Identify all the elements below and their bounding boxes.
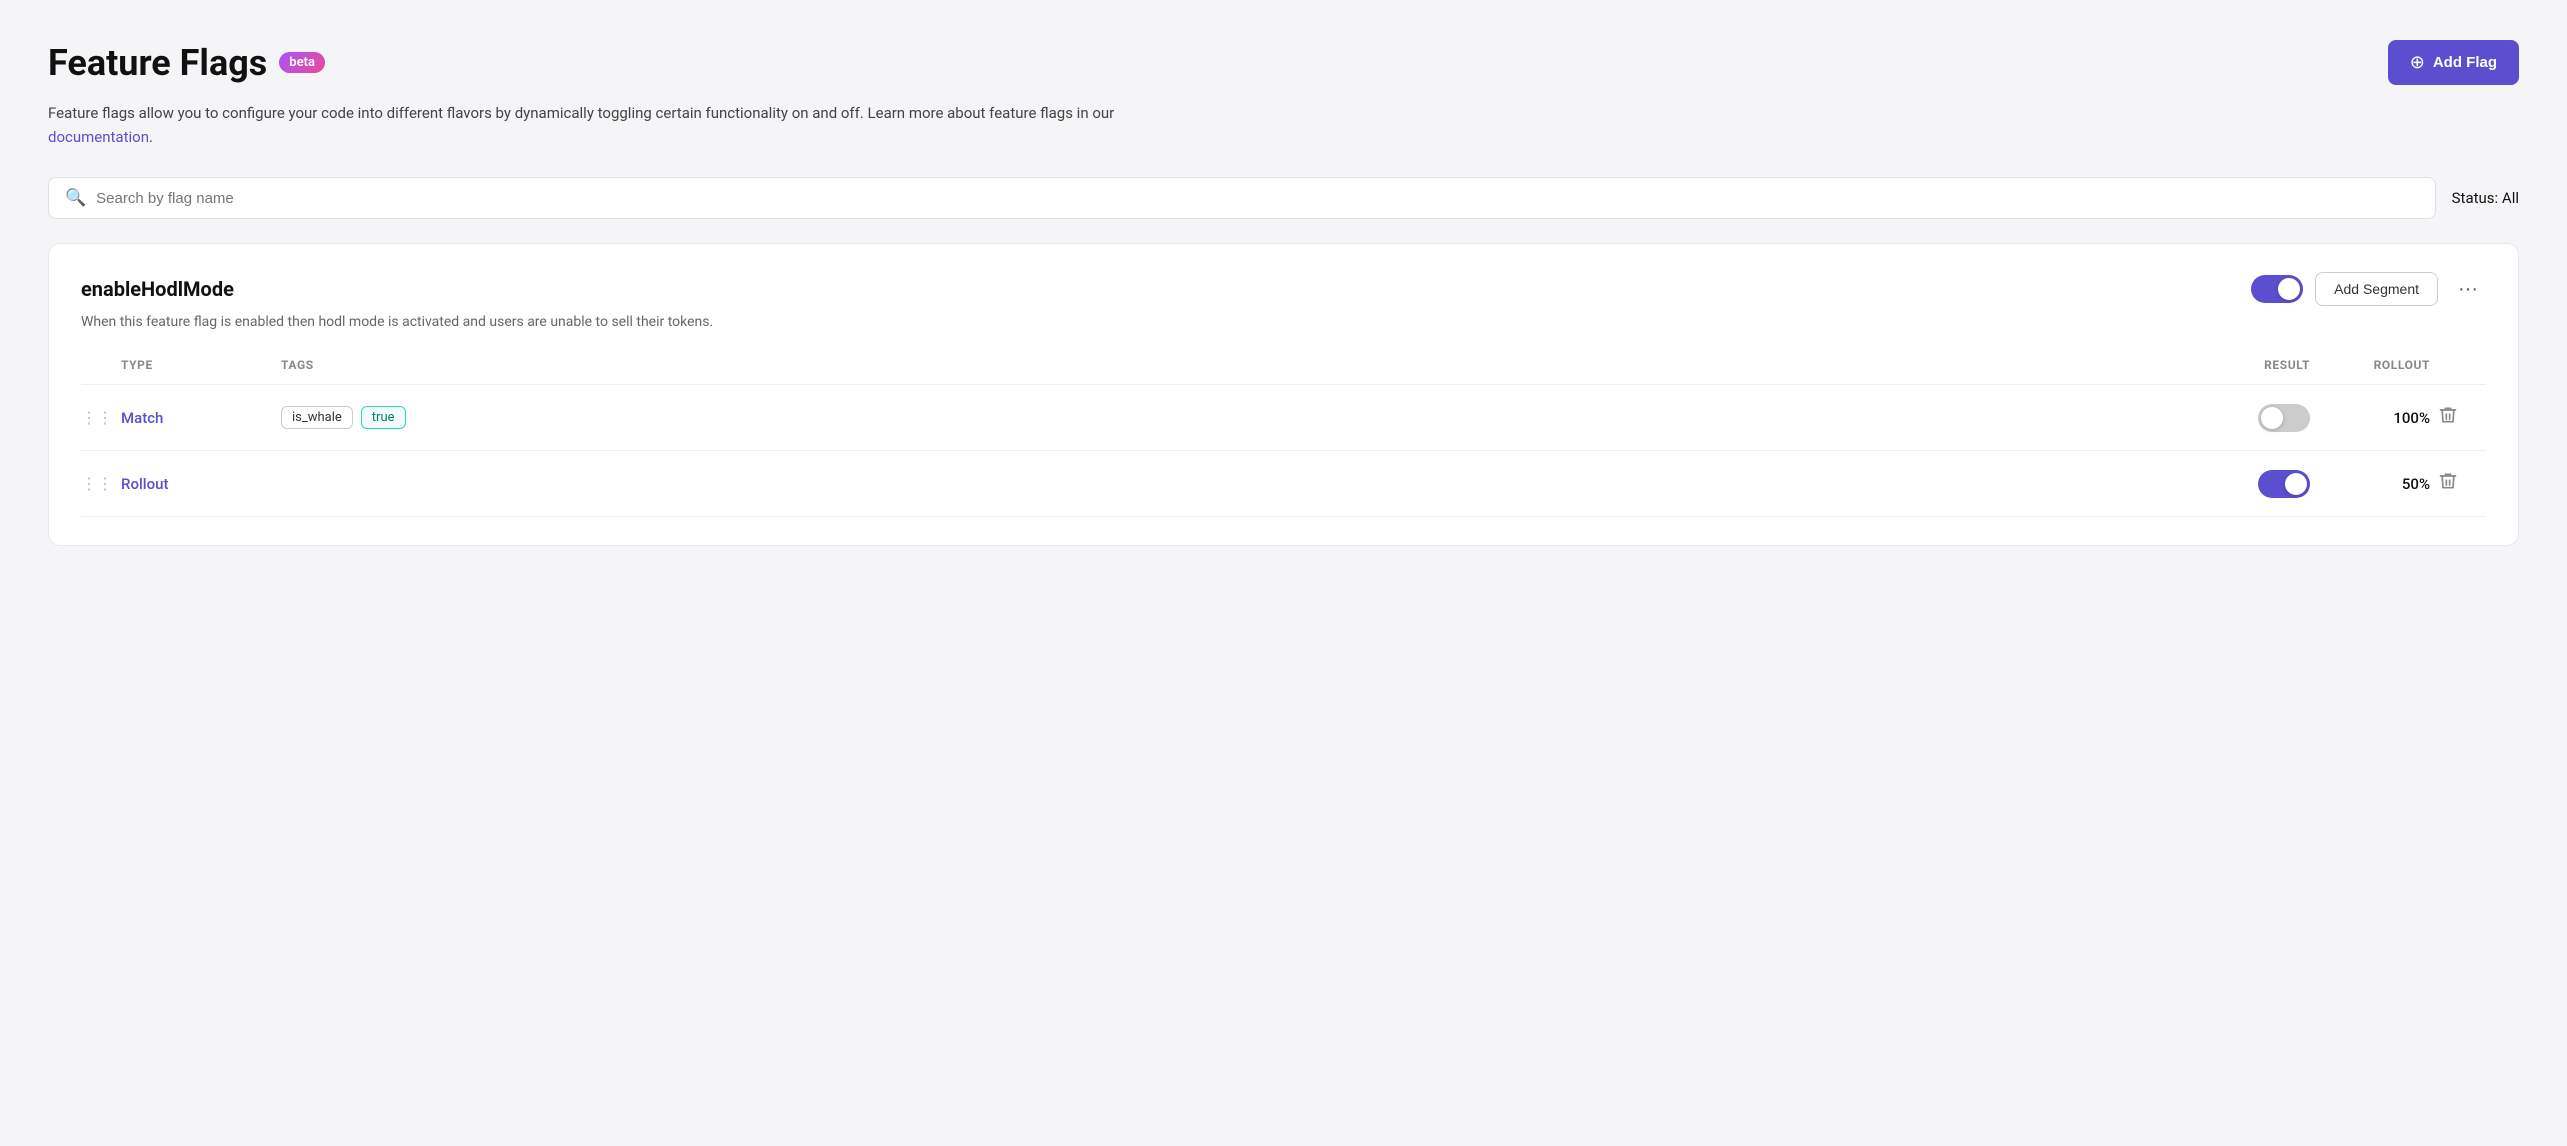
drag-handle[interactable]: ⋮⋮ <box>81 408 121 427</box>
table-row: ⋮⋮Rollout 50% <box>81 451 2486 517</box>
add-flag-label: Add Flag <box>2433 54 2497 71</box>
rollout-value: 50% <box>2310 451 2430 517</box>
segment-result-toggle[interactable] <box>2258 470 2310 498</box>
segment-result-toggle[interactable] <box>2258 404 2310 432</box>
segments-table: TYPE TAGS RESULT ROLLOUT ⋮⋮Matchis_whale… <box>81 358 2486 517</box>
col-action-header <box>2430 358 2486 385</box>
col-result-header: RESULT <box>2190 358 2310 385</box>
col-rollout-header: ROLLOUT <box>2310 358 2430 385</box>
drag-handle[interactable]: ⋮⋮ <box>81 474 121 493</box>
page-description: Feature flags allow you to configure you… <box>48 101 1148 149</box>
search-input[interactable] <box>96 190 2418 207</box>
beta-badge: beta <box>279 52 325 73</box>
page-title: Feature Flags <box>48 42 267 84</box>
col-tags-header: TAGS <box>281 358 2190 385</box>
title-row: Feature Flags beta <box>48 42 325 84</box>
segment-toggle-slider <box>2258 404 2310 432</box>
ellipsis-icon: ··· <box>2458 278 2478 300</box>
add-flag-button[interactable]: ⊕ Add Flag <box>2388 40 2519 85</box>
page-header: Feature Flags beta ⊕ Add Flag <box>48 40 2519 85</box>
segment-toggle-slider <box>2258 470 2310 498</box>
table-row: ⋮⋮Match is_whale true 100% <box>81 385 2486 451</box>
table-header-row: TYPE TAGS RESULT ROLLOUT <box>81 358 2486 385</box>
delete-segment-button[interactable] <box>2430 401 2466 434</box>
toggle-slider <box>2251 275 2303 303</box>
flag-description: When this feature flag is enabled then h… <box>81 314 2486 330</box>
flag-actions: Add Segment ··· <box>2251 272 2486 306</box>
col-drag-header <box>81 358 121 385</box>
segment-type-link[interactable]: Rollout <box>121 475 168 493</box>
delete-segment-button[interactable] <box>2430 467 2466 500</box>
col-type-header: TYPE <box>121 358 281 385</box>
flag-name: enableHodlMode <box>81 277 234 301</box>
more-options-button[interactable]: ··· <box>2450 274 2486 305</box>
search-icon: 🔍 <box>65 188 86 208</box>
tag: is_whale <box>281 406 353 429</box>
flag-card: enableHodlMode Add Segment ··· When this… <box>48 243 2519 546</box>
status-filter: Status: All <box>2452 189 2519 207</box>
trash-icon <box>2438 471 2458 491</box>
segment-type-link[interactable]: Match <box>121 409 163 427</box>
documentation-link[interactable]: documentation <box>48 128 149 146</box>
flag-card-header: enableHodlMode Add Segment ··· <box>81 272 2486 306</box>
tag: true <box>361 406 406 429</box>
plus-circle-icon: ⊕ <box>2410 52 2425 73</box>
search-input-wrapper: 🔍 <box>48 177 2436 219</box>
flag-toggle[interactable] <box>2251 275 2303 303</box>
search-bar: 🔍 Status: All <box>48 177 2519 219</box>
tags-cell: is_whale true <box>281 406 2190 429</box>
trash-icon <box>2438 405 2458 425</box>
rollout-value: 100% <box>2310 385 2430 451</box>
add-segment-button[interactable]: Add Segment <box>2315 272 2438 306</box>
